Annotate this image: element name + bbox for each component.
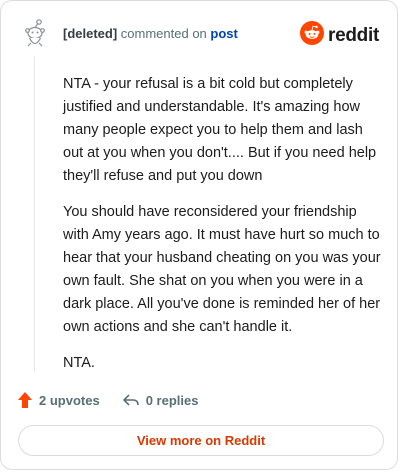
reply-button[interactable]: 0 replies: [122, 392, 199, 408]
comment-embed-card: [deleted] commented on post reddit NTA -…: [0, 0, 398, 470]
post-link[interactable]: post: [210, 26, 237, 41]
action-text: commented on: [120, 26, 207, 41]
brand-wordmark: reddit: [328, 24, 379, 46]
thread-line: [34, 57, 35, 371]
comment-actions: 2 upvotes 0 replies: [17, 391, 198, 409]
reddit-brand[interactable]: reddit: [300, 21, 379, 50]
comment-meta: [deleted] commented on post: [63, 26, 238, 41]
reply-arrow-icon: [122, 392, 140, 408]
comment-paragraph: NTA.: [63, 355, 95, 371]
upvote-button[interactable]: 2 upvotes: [17, 391, 100, 409]
snoo-avatar-icon: [19, 18, 51, 50]
comment-paragraph: You should have reconsidered your friend…: [63, 204, 381, 335]
reply-count: 0 replies: [145, 392, 199, 408]
view-more-button[interactable]: View more on Reddit: [18, 425, 384, 456]
comment-paragraph: NTA - your refusal is a bit cold but com…: [63, 76, 377, 184]
reddit-logo-icon: [300, 21, 325, 50]
comment-body: NTA - your refusal is a bit cold but com…: [63, 73, 385, 388]
upvote-count: 2 upvotes: [39, 392, 100, 408]
author-name[interactable]: [deleted]: [63, 26, 117, 41]
upvote-arrow-icon: [17, 391, 33, 409]
